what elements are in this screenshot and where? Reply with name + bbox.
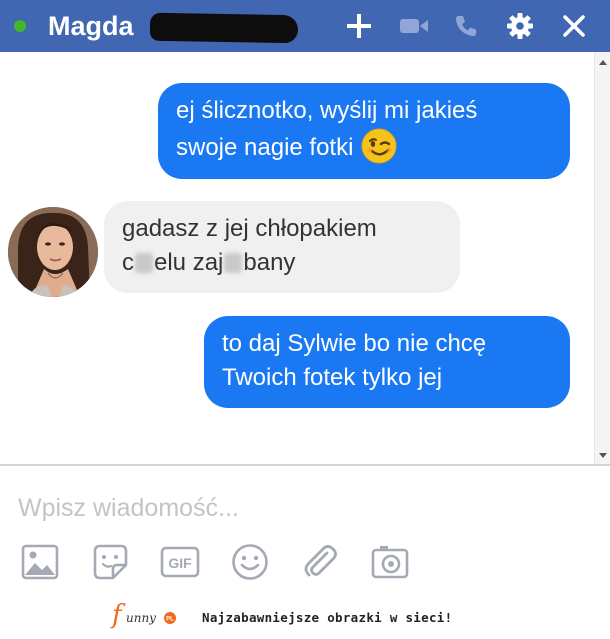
send-gif-button[interactable]: GIF <box>160 542 200 582</box>
wink-emoji-icon <box>361 128 397 164</box>
close-icon <box>563 15 585 37</box>
message-text-line: to daj Sylwie bo nie chcę <box>222 330 487 357</box>
add-person-button[interactable] <box>341 8 377 44</box>
svg-text:GIF: GIF <box>168 555 192 571</box>
voice-call-button[interactable] <box>448 8 484 44</box>
composer-divider <box>0 464 610 466</box>
watermark-footer: f unny PL Najzabawniejsze obrazki w siec… <box>0 598 610 639</box>
message-text: swoje nagie fotki <box>176 134 354 161</box>
profile-photo <box>8 207 98 297</box>
video-call-button[interactable] <box>396 8 432 44</box>
svg-text:PL: PL <box>166 617 174 623</box>
message-list[interactable]: ej ślicznotko, wyślij mi jakieś swoje na… <box>0 52 610 464</box>
image-icon <box>21 544 59 580</box>
emoji-icon <box>232 544 268 580</box>
attach-file-button[interactable] <box>300 542 340 582</box>
message-text: bany <box>243 249 296 276</box>
message-text: c <box>122 249 134 276</box>
censored-letter <box>224 253 243 273</box>
incoming-message: gadasz z jej chłopakiem c elu zaj bany <box>104 201 460 293</box>
svg-text:unny: unny <box>126 611 156 625</box>
message-text: elu zaj <box>154 249 224 276</box>
contact-avatar[interactable] <box>8 207 98 297</box>
send-sticker-button[interactable] <box>90 542 130 582</box>
gif-icon: GIF <box>160 546 200 578</box>
add-icon <box>347 14 371 38</box>
video-call-icon <box>400 19 428 33</box>
redacted-surname <box>149 12 299 44</box>
settings-button[interactable] <box>502 8 538 44</box>
chat-header: Magda <box>0 0 610 52</box>
scroll-down-icon[interactable] <box>599 453 607 458</box>
send-photo-button[interactable] <box>20 542 60 582</box>
close-chat-button[interactable] <box>556 8 592 44</box>
emoji-picker-button[interactable] <box>230 542 270 582</box>
svg-text:f: f <box>110 600 126 630</box>
online-status-indicator <box>14 20 26 32</box>
message-text-line: c elu zaj bany <box>122 246 442 280</box>
censored-letter <box>135 253 153 273</box>
attachment-icon <box>304 545 337 577</box>
sticker-icon <box>93 544 128 580</box>
message-text-line: gadasz z jej chłopakiem <box>122 215 377 242</box>
phone-icon <box>456 16 476 36</box>
take-photo-button[interactable] <box>370 542 410 582</box>
message-text-line: Twoich fotek tylko jej <box>222 364 443 391</box>
watermark-tagline: Najzabawniejsze obrazki w sieci! <box>202 610 453 625</box>
message-text-line: swoje nagie fotki <box>176 128 552 165</box>
message-input[interactable]: Wpisz wiadomość... <box>18 490 588 526</box>
message-text-line: ej ślicznotko, wyślij mi jakieś <box>176 97 478 124</box>
scrollbar[interactable] <box>594 52 610 464</box>
camera-icon <box>371 546 409 579</box>
outgoing-message: to daj Sylwie bo nie chcę Twoich fotek t… <box>204 316 570 408</box>
funny-logo: f unny PL <box>110 600 176 630</box>
gear-icon <box>507 13 533 39</box>
scroll-up-icon[interactable] <box>599 60 607 65</box>
outgoing-message: ej ślicznotko, wyślij mi jakieś swoje na… <box>158 83 570 179</box>
contact-name[interactable]: Magda <box>48 10 134 42</box>
